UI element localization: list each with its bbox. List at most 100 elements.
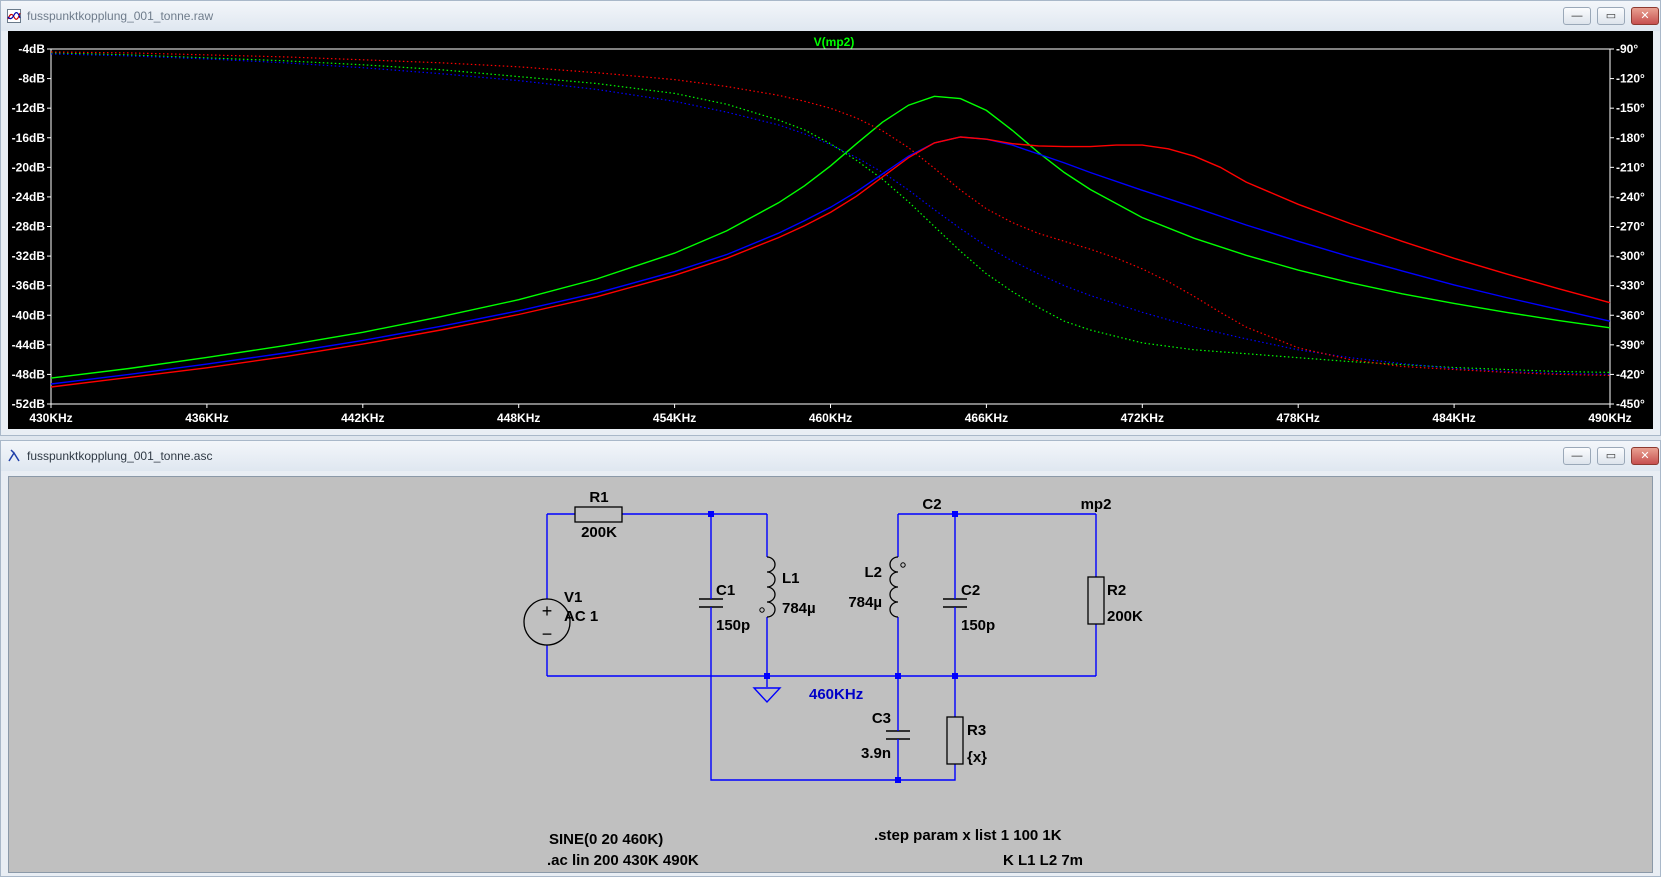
x-tick-label: 436KHz [185, 411, 228, 425]
x-tick-label: 490KHz [1588, 411, 1631, 425]
plot-window: fusspunktkopplung_001_tonne.raw — ▭ ✕ V(… [0, 0, 1661, 436]
inductor-l2[interactable] [889, 556, 906, 618]
capacitor-c2[interactable] [943, 598, 967, 608]
y-left-tick-label: -52dB [12, 397, 46, 411]
wire-top-left [547, 513, 768, 592]
y-right-tick-label: -120° [1616, 72, 1645, 86]
y-right-tick-label: -210° [1616, 160, 1645, 174]
directive-sine[interactable]: SINE(0 20 460K) [549, 831, 663, 848]
phase-trace-2 [50, 53, 1611, 375]
c1-value[interactable]: 150p [716, 617, 750, 634]
c3-value[interactable]: 3.9n [861, 745, 891, 762]
c1-name[interactable]: C1 [716, 582, 735, 599]
y-right-tick-label: -300° [1616, 249, 1645, 263]
y-right-tick-label: -150° [1616, 101, 1645, 115]
directive-ac[interactable]: .ac lin 200 430K 490K [547, 852, 699, 869]
y-left-tick-label: -4dB [18, 42, 45, 56]
schematic-window-titlebar[interactable]: fusspunktkopplung_001_tonne.asc — ▭ ✕ [1, 441, 1660, 471]
schematic-window: fusspunktkopplung_001_tonne.asc — ▭ ✕ + … [0, 440, 1661, 877]
capacitor-c1[interactable] [699, 598, 723, 608]
wire-l2-bottom [897, 614, 1097, 676]
y-right-tick-label: -180° [1616, 131, 1645, 145]
inductor-l1[interactable] [759, 556, 776, 618]
y-right-tick-label: -420° [1616, 367, 1645, 381]
magnitude-trace-3 [50, 136, 1611, 388]
r2-value[interactable]: 200K [1107, 608, 1143, 625]
close-button[interactable]: ✕ [1631, 7, 1659, 25]
y-left-tick-label: -8dB [18, 72, 45, 86]
svg-text:+: + [542, 601, 553, 621]
plot-window-title: fusspunktkopplung_001_tonne.raw [27, 9, 214, 23]
directive-step[interactable]: .step param x list 1 100 1K [874, 827, 1062, 844]
c3-name[interactable]: C3 [872, 710, 891, 727]
minimize-button[interactable]: — [1563, 447, 1591, 465]
y-left-tick-label: -40dB [12, 308, 46, 322]
y-right-tick-label: -360° [1616, 308, 1645, 322]
net-label-mp2[interactable]: mp2 [1081, 496, 1112, 513]
plot-axes: 430KHz 436KHz 442KHz 448KHz 454KHz 460KHz 466K… [12, 42, 1645, 425]
resistor-r1[interactable] [574, 506, 623, 523]
phase-trace-3 [50, 51, 1611, 376]
l2-name[interactable]: L2 [864, 564, 882, 581]
maximize-button[interactable]: ▭ [1597, 7, 1625, 25]
y-left-tick-label: -20dB [12, 160, 46, 174]
r2-name[interactable]: R2 [1107, 582, 1126, 599]
r1-name[interactable]: R1 [589, 489, 608, 506]
junction-dots [708, 511, 958, 783]
v1-name[interactable]: V1 [564, 589, 582, 606]
schematic-drawing[interactable]: + − R1 200K V1 AC 1 C1 150p L1 784µ L2 7… [9, 477, 1654, 874]
y-left-tick-label: -12dB [12, 101, 46, 115]
magnitude-trace-2 [50, 136, 1611, 385]
x-tick-label: 430KHz [29, 411, 72, 425]
l2-value[interactable]: 784µ [848, 594, 882, 611]
plot-window-titlebar[interactable]: fusspunktkopplung_001_tonne.raw — ▭ ✕ [1, 1, 1660, 31]
plot-frame [50, 48, 1611, 405]
r3-name[interactable]: R3 [967, 722, 986, 739]
y-left-tick-label: -24dB [12, 190, 46, 204]
x-tick-label: 466KHz [965, 411, 1008, 425]
c2-name[interactable]: C2 [961, 582, 980, 599]
y-right-tick-label: -330° [1616, 279, 1645, 293]
y-right-tick-label: -90° [1616, 42, 1638, 56]
close-button[interactable]: ✕ [1631, 447, 1659, 465]
y-left-tick-label: -16dB [12, 131, 46, 145]
plot-pane[interactable]: V(mp2) 430KHz 436KHz 442KHz 448KHz 454KHz 460… [8, 31, 1653, 429]
y-left-tick-label: -44dB [12, 338, 46, 352]
maximize-button[interactable]: ▭ [1597, 447, 1625, 465]
minimize-button[interactable]: — [1563, 7, 1591, 25]
c2-value[interactable]: 150p [961, 617, 995, 634]
x-tick-label: 442KHz [341, 411, 384, 425]
l1-value[interactable]: 784µ [782, 600, 816, 617]
net-label-c2[interactable]: C2 [922, 496, 941, 513]
x-tick-label: 478KHz [1277, 411, 1320, 425]
schematic-icon [8, 449, 20, 462]
waveform-icon [7, 9, 21, 23]
v1-value[interactable]: AC 1 [564, 608, 598, 625]
schematic-canvas[interactable]: + − R1 200K V1 AC 1 C1 150p L1 784µ L2 7… [8, 476, 1653, 873]
y-left-tick-label: -48dB [12, 367, 46, 381]
directive-coupling[interactable]: K L1 L2 7m [1003, 852, 1083, 869]
y-right-tick-label: -270° [1616, 220, 1645, 234]
r3-value[interactable]: {x} [967, 749, 987, 766]
x-tick-label: 460KHz [809, 411, 852, 425]
resistor-r3[interactable] [946, 716, 964, 765]
wire-top-right [897, 513, 1097, 592]
x-tick-label: 454KHz [653, 411, 696, 425]
magnitude-trace-1 [50, 95, 1611, 379]
r1-value[interactable]: 200K [581, 524, 617, 541]
y-left-tick-label: -32dB [12, 249, 46, 263]
trace-label-v-mp2[interactable]: V(mp2) [814, 35, 855, 49]
resistor-r2[interactable] [1087, 576, 1105, 625]
y-right-tick-label: -450° [1616, 397, 1645, 411]
svg-text:−: − [542, 624, 553, 644]
l1-name[interactable]: L1 [782, 570, 800, 587]
y-left-tick-label: -36dB [12, 279, 46, 293]
capacitor-c3[interactable] [886, 730, 910, 740]
ground-icon[interactable] [752, 687, 782, 704]
waveform-plot[interactable]: V(mp2) 430KHz 436KHz 442KHz 448KHz 454KHz 460… [8, 31, 1653, 429]
y-right-tick-label: -240° [1616, 190, 1645, 204]
frequency-label[interactable]: 460KHz [809, 686, 863, 703]
y-right-tick-label: -390° [1616, 338, 1645, 352]
y-left-tick-label: -28dB [12, 220, 46, 234]
x-tick-label: 484KHz [1432, 411, 1475, 425]
